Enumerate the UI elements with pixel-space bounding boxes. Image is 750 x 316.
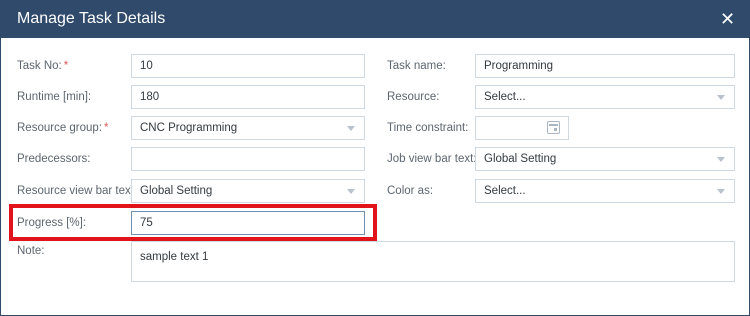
resource-view-bar-text-select[interactable]: Global Setting: [131, 179, 365, 203]
required-mark: *: [104, 122, 109, 134]
runtime-label: Runtime [min]:: [17, 91, 92, 103]
predecessors-label: Predecessors:: [17, 153, 91, 165]
runtime-input[interactable]: 180: [131, 85, 365, 109]
task-name-input[interactable]: Programming: [475, 54, 735, 78]
task-no-input[interactable]: 10: [131, 54, 365, 78]
resource-view-bar-text-label: Resource view bar text:: [17, 185, 138, 197]
note-label: Note:: [17, 245, 45, 257]
chevron-down-icon: [717, 157, 725, 162]
manage-task-dialog: Manage Task Details ✕ Task No: * 10 Runti…: [0, 0, 750, 316]
task-no-label-text: Task No:: [17, 60, 62, 72]
progress-highlight-box: [9, 204, 377, 241]
resource-group-select[interactable]: CNC Programming: [131, 116, 365, 140]
close-icon[interactable]: ✕: [720, 9, 735, 29]
resource-select[interactable]: Select...: [475, 85, 735, 109]
resource-view-bar-text-value: Global Setting: [140, 185, 213, 197]
chevron-down-icon: [347, 189, 355, 194]
dialog-title: Manage Task Details: [17, 10, 166, 27]
color-as-label: Color as:: [387, 185, 434, 197]
calendar-icon[interactable]: [547, 121, 560, 134]
color-as-value: Select...: [484, 185, 526, 197]
resource-group-label: Resource group: *: [17, 122, 109, 134]
time-constraint-input[interactable]: [475, 116, 569, 140]
job-view-bar-text-label: Job view bar text:: [387, 153, 477, 165]
color-as-select[interactable]: Select...: [475, 179, 735, 203]
job-view-bar-text-select[interactable]: Global Setting: [475, 147, 735, 171]
required-mark: *: [63, 60, 69, 72]
predecessors-input[interactable]: [131, 147, 365, 171]
dialog-titlebar: Manage Task Details ✕: [1, 1, 749, 38]
chevron-down-icon: [717, 189, 725, 194]
time-constraint-label: Time constraint:: [387, 122, 469, 134]
task-no-label: Task No: *: [17, 60, 68, 72]
resource-group-label-text: Resource group:: [17, 122, 103, 134]
job-view-bar-text-value: Global Setting: [484, 153, 557, 165]
task-name-label: Task name:: [387, 60, 446, 72]
chevron-down-icon: [347, 126, 355, 131]
chevron-down-icon: [717, 95, 725, 100]
resource-group-value: CNC Programming: [140, 122, 238, 134]
note-textarea[interactable]: sample text 1: [131, 241, 735, 282]
resource-label: Resource:: [387, 91, 440, 103]
resource-value: Select...: [484, 91, 526, 103]
